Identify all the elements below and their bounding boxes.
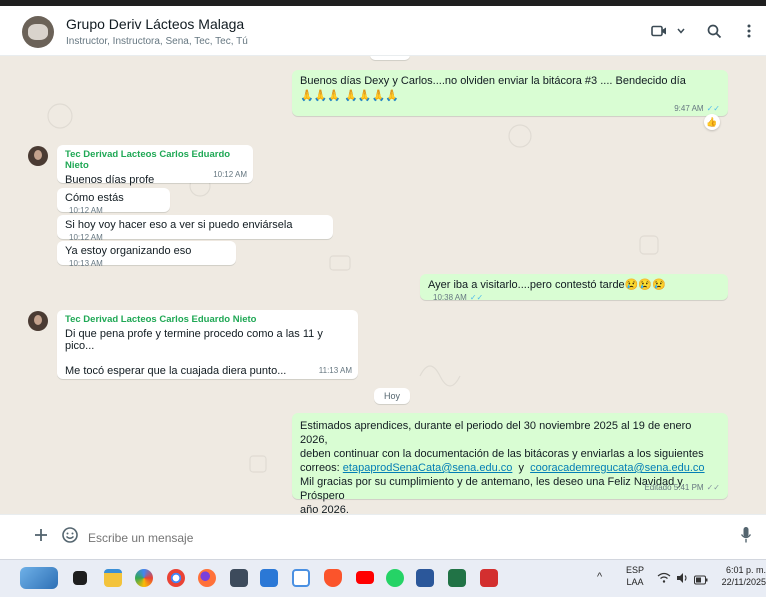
message-time: 10:38 AM <box>433 293 467 302</box>
youtube-icon[interactable] <box>356 571 374 584</box>
more-options-icon[interactable] <box>744 20 754 42</box>
incoming-message[interactable]: Si hoy voy hacer eso a ver si puedo envi… <box>57 215 333 242</box>
chrome-icon[interactable] <box>167 569 185 587</box>
message-time: 10:12 AM <box>69 206 103 215</box>
message-text: Ya estoy organizando eso <box>65 245 192 257</box>
language-code: ESP <box>626 565 645 575</box>
microphone-icon[interactable] <box>740 526 754 544</box>
sender-avatar[interactable] <box>28 311 48 331</box>
chevron-down-icon[interactable] <box>676 20 686 42</box>
message-text: Ayer iba a visitarlo....pero contestó ta… <box>428 279 666 291</box>
message-meta: Editado 5:41 PM ✓✓ <box>644 481 720 495</box>
outgoing-message[interactable]: Estimados aprendices, durante el periodo… <box>292 413 728 514</box>
chat-header[interactable]: Grupo Deriv Lácteos Malaga Instructor, I… <box>0 6 766 56</box>
search-icon[interactable] <box>705 20 723 42</box>
widgets-icon[interactable] <box>20 567 58 589</box>
incoming-message[interactable]: Tec Derivad Lacteos Carlos Eduardo Nieto… <box>57 145 253 186</box>
battery-icon[interactable] <box>694 572 708 585</box>
message-line-emails: correos: etapaprodSenaCata@sena.edu.co y… <box>300 461 720 475</box>
outgoing-message[interactable]: Ayer iba a visitarlo....pero contestó ta… <box>420 274 728 302</box>
message-meta: 9:47 AM ✓✓ <box>674 104 720 113</box>
message-text: Si hoy voy hacer eso a ver si puedo envi… <box>65 219 293 231</box>
message-text-continued: Me tocó esperar que la cuajada diera pun… <box>65 365 287 377</box>
clipped-message <box>370 56 410 60</box>
photos-icon[interactable] <box>135 569 153 587</box>
language-indicator[interactable]: ESP LAA <box>626 564 644 588</box>
file-explorer-icon[interactable] <box>104 569 122 587</box>
calculator-icon[interactable] <box>230 569 248 587</box>
message-text: Di que pena profe y termine procedo como… <box>65 328 323 352</box>
chat-participants[interactable]: Instructor, Instructora, Sena, Tec, Tec,… <box>66 36 248 47</box>
group-avatar[interactable] <box>22 16 54 48</box>
sender-avatar[interactable] <box>28 146 48 166</box>
clock-date: 22/11/2025 <box>721 577 766 587</box>
message-text: Cómo estás <box>65 192 124 204</box>
email-link[interactable]: etapaprodSenaCata@sena.edu.co <box>343 462 513 474</box>
message-meta: 10:38 AM ✓✓ <box>433 293 483 302</box>
taskview-icon[interactable] <box>73 571 87 585</box>
message-list[interactable]: Buenos días Dexy y Carlos....no olviden … <box>0 56 766 514</box>
sender-name[interactable]: Tec Derivad Lacteos Carlos Eduardo Nieto <box>65 149 245 171</box>
message-time: Editado 5:41 PM <box>644 483 704 492</box>
network-app-icon[interactable] <box>292 569 310 587</box>
email-link[interactable]: cooracademregucata@sena.edu.co <box>530 462 704 474</box>
brave-icon[interactable] <box>324 569 342 587</box>
keyboard-layout: LAA <box>626 577 644 587</box>
message-line: año 2026. <box>300 504 349 514</box>
message-time: 11:13 AM <box>318 366 352 375</box>
message-time: 9:47 AM <box>674 104 704 113</box>
read-ticks-icon: ✓✓ <box>706 104 720 113</box>
incoming-message[interactable]: Tec Derivad Lacteos Carlos Eduardo Nieto… <box>57 310 358 379</box>
message-line-prefix: correos: <box>300 462 343 474</box>
message-time: 10:13 AM <box>69 259 103 268</box>
reaction-badge[interactable]: 👍 <box>704 114 720 130</box>
message-text: Buenos días profe <box>65 174 155 186</box>
acrobat-icon[interactable] <box>480 569 498 587</box>
clock-time: 6:01 p. m. <box>725 565 766 575</box>
outgoing-message[interactable]: Buenos días Dexy y Carlos....no olviden … <box>292 70 728 116</box>
wifi-icon[interactable] <box>657 571 671 583</box>
taskbar-clock[interactable]: 6:01 p. m. 22/11/2025 <box>714 564 766 588</box>
incoming-message[interactable]: Ya estoy organizando eso 10:13 AM <box>57 241 236 268</box>
message-input[interactable] <box>86 526 710 550</box>
incoming-message[interactable]: Cómo estás 10:12 AM <box>57 188 170 215</box>
day-separator: Hoy <box>374 388 411 404</box>
volume-icon[interactable] <box>676 571 690 583</box>
sent-ticks-icon: ✓✓ <box>706 483 720 492</box>
message-joiner: y <box>512 462 531 474</box>
chat-title[interactable]: Grupo Deriv Lácteos Malaga <box>66 16 244 32</box>
plus-icon[interactable] <box>32 526 50 544</box>
whatsapp-icon[interactable] <box>386 569 404 587</box>
firefox-icon[interactable] <box>198 569 216 587</box>
sender-name[interactable]: Tec Derivad Lacteos Carlos Eduardo Nieto <box>65 314 350 325</box>
message-line: deben continuar con la documentación de … <box>300 448 704 460</box>
emoji-icon[interactable] <box>61 526 79 544</box>
word-icon[interactable] <box>416 569 434 587</box>
message-text: Buenos días Dexy y Carlos....no olviden … <box>300 75 686 102</box>
show-hidden-icons-chevron-icon[interactable]: ^ <box>597 571 602 583</box>
message-time: 10:12 AM <box>213 170 247 179</box>
excel-icon[interactable] <box>448 569 466 587</box>
video-call-icon[interactable] <box>650 20 668 42</box>
message-composer <box>0 514 766 559</box>
store-icon[interactable] <box>260 569 278 587</box>
message-line: Estimados aprendices, durante el periodo… <box>300 420 692 446</box>
windows-taskbar: ^ ESP LAA 6:01 p. m. 22/11/2025 <box>0 559 766 597</box>
read-ticks-icon: ✓✓ <box>469 293 484 302</box>
